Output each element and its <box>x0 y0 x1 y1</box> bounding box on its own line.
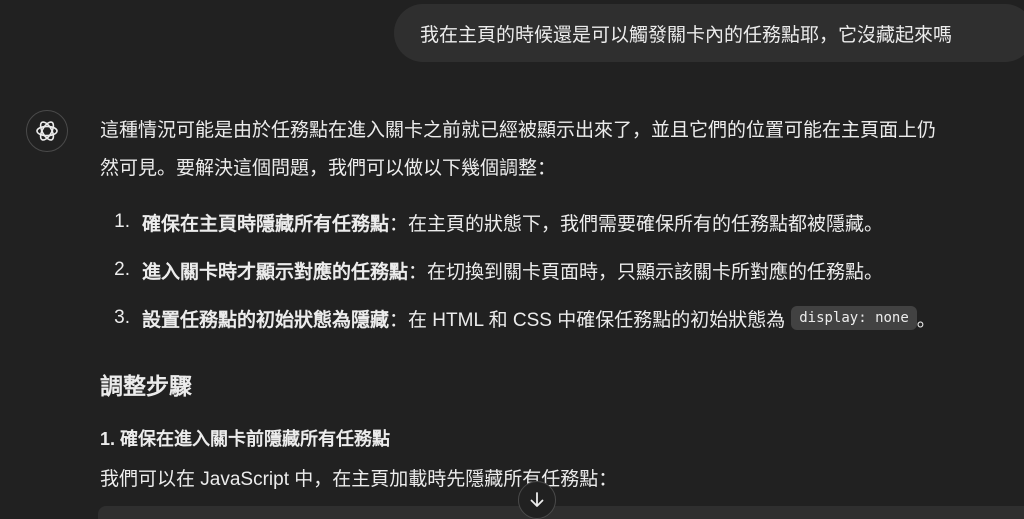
user-message-text: 我在主頁的時候還是可以觸發關卡內的任務點耶，它沒藏起來嗎 <box>420 24 953 46</box>
list-item-bold: 確保在主頁時隱藏所有任務點 <box>142 213 390 235</box>
body-paragraph: 我們可以在 JavaScript 中，在主頁加載時先隱藏所有任務點： <box>100 469 618 490</box>
steps-list: 1. 確保在主頁時隱藏所有任務點 ：在主頁的狀態下，我們需要確保所有的任務點都被… <box>100 198 1024 342</box>
assistant-avatar <box>26 110 68 152</box>
code-block <box>98 506 1024 519</box>
list-item: 2. 進入關卡時才顯示對應的任務點 ：在切換到關卡頁面時，只顯示該關卡所對應的任… <box>100 246 1024 294</box>
list-item-text: ：在 HTML 和 CSS 中確保任務點的初始狀態為 <box>389 309 786 331</box>
list-item: 1. 確保在主頁時隱藏所有任務點 ：在主頁的狀態下，我們需要確保所有的任務點都被… <box>100 198 1024 246</box>
list-item: 3. 設置任務點的初始狀態為隱藏 ：在 HTML 和 CSS 中確保任務點的初始… <box>100 294 1024 342</box>
list-item-tail: 。 <box>916 309 936 331</box>
intro-line-1: 這種情況可能是由於任務點在進入關卡之前就已經被顯示出來了，並且它們的位置可能在主… <box>100 120 937 141</box>
arrow-down-icon <box>530 492 544 507</box>
sub-heading: 1. 確保在進入關卡前隱藏所有任務點 <box>100 429 391 449</box>
chat-page: 我在主頁的時候還是可以觸發關卡內的任務點耶，它沒藏起來嗎 這種情況可能是由於任務… <box>0 0 1024 519</box>
list-item-text: ：在切換到關卡頁面時，只顯示該關卡所對應的任務點。 <box>408 261 884 283</box>
intro-line-2: 然可見。要解決這個問題，我們可以做以下幾個調整： <box>100 158 557 179</box>
user-message-bubble: 我在主頁的時候還是可以觸發關卡內的任務點耶，它沒藏起來嗎 <box>394 4 1024 62</box>
section-heading: 調整步驟 <box>100 373 192 399</box>
scroll-to-bottom-button[interactable] <box>518 481 556 519</box>
list-item-bold: 設置任務點的初始狀態為隱藏 <box>142 309 390 331</box>
list-number: 2. <box>114 259 130 280</box>
chatgpt-logo-icon <box>36 121 58 141</box>
assistant-message: 這種情況可能是由於任務點在進入關卡之前就已經被顯示出來了，並且它們的位置可能在主… <box>100 112 1024 496</box>
list-item-text: ：在主頁的狀態下，我們需要確保所有的任務點都被隱藏。 <box>389 213 884 235</box>
list-item-bold: 進入關卡時才顯示對應的任務點 <box>142 261 409 283</box>
list-number: 1. <box>114 211 130 232</box>
list-number: 3. <box>114 307 130 328</box>
inline-code: display: none <box>791 306 917 330</box>
